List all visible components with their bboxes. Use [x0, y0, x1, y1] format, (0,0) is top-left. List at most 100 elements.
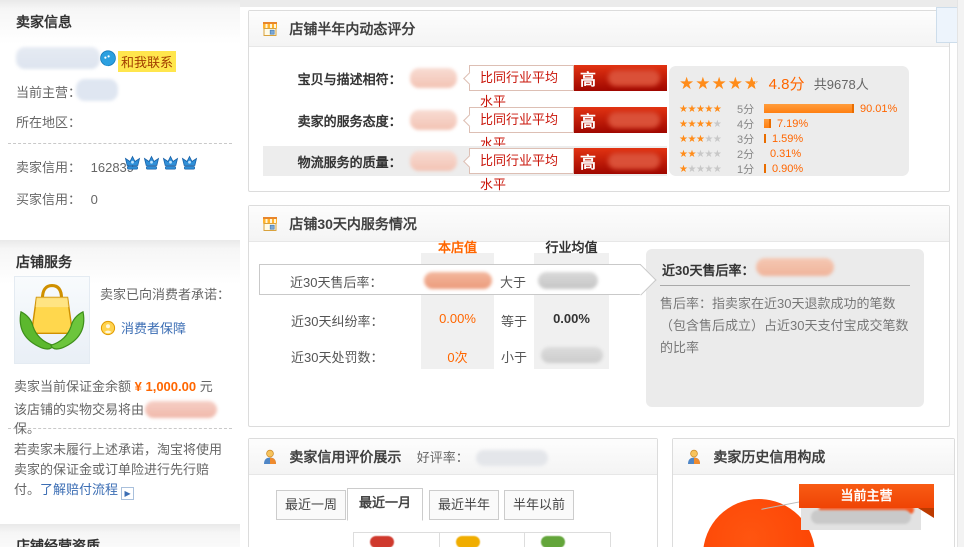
deposit-amount: ¥ 1,000.00 [135, 379, 196, 394]
learn-compensation-link[interactable]: 了解赔付流程 [40, 482, 118, 497]
divider [8, 428, 232, 429]
dist-label: 5分 [737, 101, 764, 117]
play-icon[interactable]: ▶ [121, 487, 134, 500]
industry-value: 0.00% [534, 311, 609, 326]
mini-star-icon: ★ [704, 134, 712, 145]
location-label: 所在地区： [16, 115, 81, 130]
dist-percent: 90.01% [860, 103, 897, 115]
review-cell-neutral [440, 533, 526, 547]
seller-credit-label: 卖家信用： [16, 160, 81, 175]
mini-stars: ★★★★★ [679, 133, 737, 145]
dsr-compare-badge: 比同行业平均水平 高 [469, 148, 667, 174]
star-icon: ★ [728, 74, 744, 93]
divider [8, 143, 232, 144]
review-panel-header: 卖家信用评价展示 好评率： [249, 439, 657, 475]
consumer-protection-row: 消费者保障 [100, 318, 186, 337]
promise-text: 卖家已向消费者承诺： [100, 286, 234, 304]
service-panel-title: 店铺30天内服务情况 [289, 216, 417, 232]
dsr-row-label: 物流服务的质量： [263, 152, 402, 171]
dsr-row-service[interactable]: 卖家的服务态度： 比同行业平均水平 高 [263, 105, 667, 135]
service-row-label: 近30天纠纷率： [291, 311, 383, 330]
relation: 小于 [493, 347, 535, 366]
seller-info-section: 卖家信息 和我联系 当前主营： 所在地区： 卖家信用： 162839 [0, 0, 240, 218]
consumer-guarantee-icon [14, 276, 90, 364]
overall-rating: ★★★★★☆ 4.8分 共9678人 [679, 73, 869, 94]
guarantor-redacted [145, 401, 217, 418]
dist-label: 1分 [737, 161, 764, 177]
review-cell-good [354, 533, 440, 547]
seller-credit-row: 卖家信用： 162839 [16, 157, 134, 176]
mini-stars: ★★★★★ [679, 118, 737, 130]
tab-last-month[interactable]: 最近一月 [347, 488, 423, 521]
seller-info-title: 卖家信息 [0, 0, 240, 32]
service-row-dispute[interactable]: 近30天纠纷率： 0.00% 等于 0.00% [259, 309, 641, 331]
buyer-credit-row: 买家信用： 0 [16, 189, 98, 208]
positive-rate-redacted [476, 450, 548, 466]
dsr-panel: 店铺半年内动态评分 宝贝与描述相符： 比同行业平均水平 高 卖家的服务态度： 比… [248, 10, 950, 192]
crown-rank-icons [124, 154, 200, 171]
banner-fold [918, 508, 934, 518]
person-icon [686, 443, 702, 475]
dsr-row-label: 宝贝与描述相符： [263, 69, 402, 88]
dist-percent: 0.90% [772, 163, 803, 175]
dist-row-2: ★★★★★ 2分 0.31% [679, 146, 801, 161]
history-panel: 卖家历史信用构成 当前主营 [672, 438, 955, 547]
good-rating-icon [370, 536, 394, 547]
dist-bar [764, 134, 766, 143]
badge-percent-redacted [608, 153, 660, 169]
star-icon: ★ [695, 74, 711, 93]
wangwang-chat-icon[interactable] [99, 50, 117, 68]
shop-service-section: 店铺服务 卖家已向消费者承诺： 消费者保障 卖家当前保证 [0, 240, 240, 522]
tab-last-half-year[interactable]: 最近半年 [429, 490, 499, 520]
crown-icon [143, 155, 160, 171]
detail-description: 售后率：指卖家在近30天退款成功的笔数（包含售后成立）占近30天支付宝成交笔数的… [660, 293, 912, 359]
service-row-label: 近30天售后率： [290, 272, 382, 291]
badge-high-word: 高 [580, 108, 596, 132]
star-partial-icon: ★☆ [744, 74, 760, 94]
tab-last-week[interactable]: 最近一周 [276, 490, 346, 520]
crown-icon [181, 155, 198, 171]
deposit-line: 卖家当前保证金余额 ¥ 1,000.00 元 [14, 376, 236, 397]
crown-icon [124, 155, 141, 171]
shop-value: 0次 [421, 347, 494, 366]
mini-star-icon: ★ [713, 164, 721, 175]
service-row-aftersale-selected[interactable]: 近30天售后率： 大于 [259, 264, 641, 295]
mini-star-icon: ★ [713, 149, 721, 160]
shop-value: 0.00% [421, 311, 494, 326]
tab-before-half-year[interactable]: 半年以前 [504, 490, 574, 520]
buyer-credit-label: 买家信用： [16, 192, 81, 207]
contact-me-link[interactable]: 和我联系 [118, 51, 176, 72]
overall-score: 4.8分 [769, 76, 805, 93]
badge-text: 比同行业平均水平 [469, 65, 574, 91]
seller-name-redacted [16, 47, 100, 69]
dist-label: 2分 [737, 146, 764, 162]
dsr-row-description[interactable]: 宝贝与描述相符： 比同行业平均水平 高 [263, 63, 667, 93]
dsr-score-redacted [410, 151, 457, 171]
service-30d-panel: 店铺30天内服务情况 本店值 行业均值 近30天售后率： 大于 近30天纠纷率：… [248, 205, 950, 427]
qualification-section: 店铺经营资质 [0, 524, 240, 547]
badge-percent-redacted [608, 70, 660, 86]
rating-count: 共9678人 [814, 77, 869, 92]
relation: 等于 [493, 311, 535, 330]
dsr-row-logistics[interactable]: 物流服务的质量： 比同行业平均水平 高 [263, 146, 667, 176]
consumer-protection-link[interactable]: 消费者保障 [121, 321, 186, 336]
scrollbar-gutter[interactable] [957, 0, 964, 547]
review-panel-title: 卖家信用评价展示 [289, 449, 401, 465]
dsr-score-redacted [410, 110, 457, 130]
mini-star-icon: ★ [687, 149, 695, 160]
dsr-panel-header: 店铺半年内动态评分 [249, 11, 949, 47]
deposit-prefix: 卖家当前保证金余额 [14, 379, 131, 394]
dist-bar [764, 104, 854, 113]
badge-high-word: 高 [580, 149, 596, 173]
detail-title: 近30天售后率： [662, 260, 754, 279]
history-panel-title: 卖家历史信用构成 [713, 449, 825, 465]
dist-row-4: ★★★★★ 4分 7.19% [679, 116, 808, 131]
sidebar: 卖家信息 和我联系 当前主营： 所在地区： 卖家信用： 162839 [0, 0, 240, 547]
badge-high-block: 高 [574, 107, 667, 133]
badge-text: 比同行业平均水平 [469, 107, 574, 133]
current-business-label: 当前主营： [16, 85, 81, 100]
guarantee-line: 该店铺的实物交易将由保。 [14, 399, 238, 437]
service-row-penalty[interactable]: 近30天处罚数： 0次 小于 [259, 345, 641, 367]
mini-stars: ★★★★★ [679, 103, 737, 115]
badge-percent-redacted [608, 112, 660, 128]
